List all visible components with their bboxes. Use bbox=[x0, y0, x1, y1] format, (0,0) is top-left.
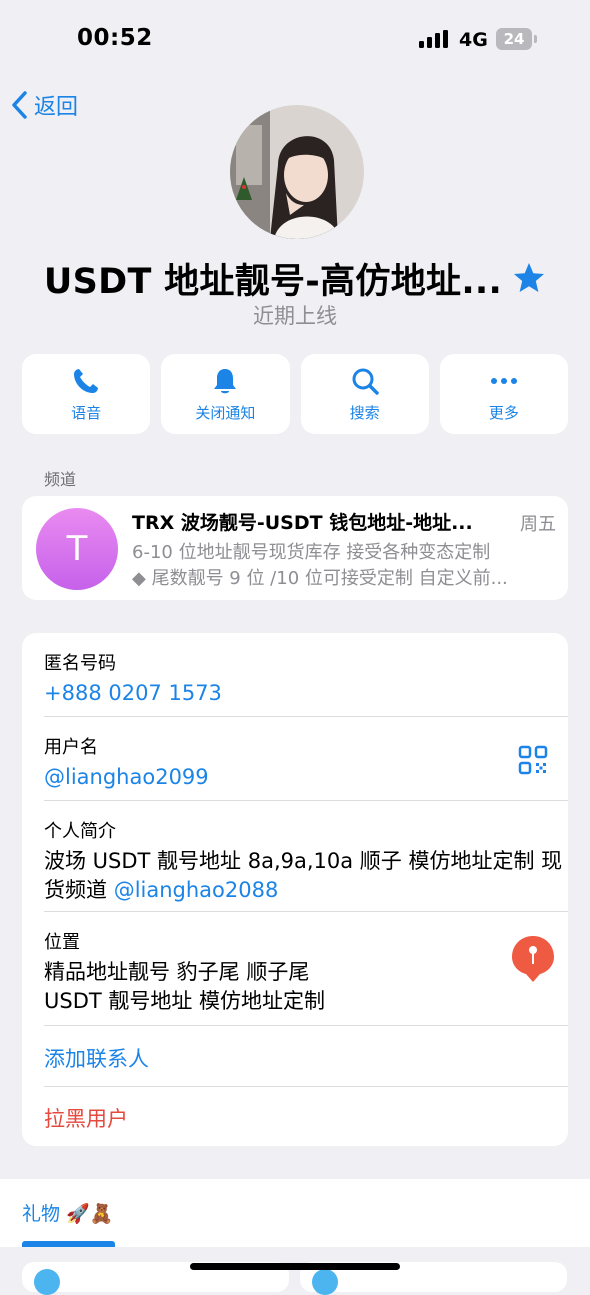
bio-text: 波场 USDT 靓号地址 8a,9a,10a 顺子 模仿地址定制 现货频道 @l… bbox=[44, 847, 568, 905]
location-row[interactable]: 位置 精品地址靓号 豹子尾 顺子尾 USDT 靓号地址 模仿地址定制 bbox=[44, 928, 568, 1016]
qr-code-icon[interactable] bbox=[518, 745, 548, 775]
search-label: 搜索 bbox=[349, 403, 380, 422]
block-user-button[interactable]: 拉黑用户 bbox=[44, 1103, 568, 1133]
gift-thumbnail bbox=[312, 1269, 338, 1295]
action-buttons: 语音 关闭通知 搜索 更多 bbox=[22, 354, 568, 434]
channel-avatar: T bbox=[36, 508, 118, 590]
info-card: 匿名号码 +888 0207 1573 用户名 @lianghao2099 个人… bbox=[22, 633, 568, 1146]
mute-button[interactable]: 关闭通知 bbox=[161, 354, 290, 434]
bio-label: 个人简介 bbox=[44, 821, 116, 842]
status-bar: 00:52 4G 24 bbox=[0, 0, 590, 80]
phone-icon bbox=[74, 368, 99, 393]
voice-call-label: 语音 bbox=[71, 403, 102, 422]
channel-preview-line1: 6-10 位地址靓号现货库存 接受各种变态定制 bbox=[132, 542, 491, 563]
battery-tip bbox=[534, 35, 537, 43]
location-line1: 精品地址靓号 豹子尾 顺子尾 bbox=[44, 960, 310, 984]
tab-gifts[interactable]: 礼物 🚀🧸 bbox=[22, 1199, 113, 1226]
avatar-photo bbox=[230, 105, 364, 239]
divider bbox=[44, 911, 568, 912]
bio-channel-link[interactable]: @lianghao2088 bbox=[114, 878, 279, 902]
active-tab-indicator bbox=[22, 1241, 115, 1247]
channel-title: TRX 波场靓号-USDT 钱包地址-地址... bbox=[132, 512, 473, 534]
bell-icon bbox=[214, 368, 237, 393]
bio-row: 个人简介 波场 USDT 靓号地址 8a,9a,10a 顺子 模仿地址定制 现货… bbox=[44, 817, 568, 905]
block-user-row[interactable]: 拉黑用户 bbox=[44, 1103, 568, 1133]
search-button[interactable]: 搜索 bbox=[300, 354, 429, 434]
profile-avatar[interactable] bbox=[230, 105, 364, 239]
location-text: 精品地址靓号 豹子尾 顺子尾 USDT 靓号地址 模仿地址定制 bbox=[44, 958, 568, 1016]
channel-section-label: 频道 bbox=[44, 470, 77, 489]
divider bbox=[44, 800, 568, 801]
profile-name: USDT 地址靓号-高仿地址... bbox=[43, 261, 503, 302]
back-label: 返回 bbox=[34, 95, 79, 120]
divider bbox=[44, 716, 568, 717]
more-button[interactable]: 更多 bbox=[439, 354, 568, 434]
channel-preview-line2: ◆ 尾数靓号 9 位 /10 位可接受定制 自定义前... bbox=[132, 568, 508, 589]
phone-label: 匿名号码 bbox=[44, 653, 116, 674]
more-label: 更多 bbox=[488, 403, 519, 422]
add-contact-row[interactable]: 添加联系人 bbox=[44, 1043, 568, 1073]
profile-name-row: USDT 地址靓号-高仿地址... bbox=[0, 252, 590, 304]
last-seen-status: 近期上线 bbox=[253, 304, 337, 328]
phone-row[interactable]: 匿名号码 +888 0207 1573 bbox=[44, 649, 568, 705]
divider bbox=[44, 1025, 568, 1026]
username-label: 用户名 bbox=[44, 737, 98, 758]
search-icon bbox=[352, 368, 379, 395]
network-type: 4G bbox=[459, 29, 488, 51]
gifts-tab-bar: 礼物 🚀🧸 bbox=[0, 1179, 590, 1247]
back-button[interactable]: 返回 bbox=[10, 88, 78, 122]
voice-call-button[interactable]: 语音 bbox=[22, 354, 151, 434]
more-icon bbox=[490, 377, 517, 384]
gift-thumbnail bbox=[34, 1269, 60, 1295]
mute-label: 关闭通知 bbox=[195, 403, 256, 422]
home-indicator[interactable] bbox=[190, 1263, 400, 1270]
premium-star-icon[interactable] bbox=[512, 261, 546, 295]
location-line2: USDT 靓号地址 模仿地址定制 bbox=[44, 989, 326, 1013]
chevron-left-icon bbox=[12, 91, 27, 119]
phone-value[interactable]: +888 0207 1573 bbox=[44, 681, 568, 705]
location-label: 位置 bbox=[44, 932, 80, 953]
username-value[interactable]: @lianghao2099 bbox=[44, 765, 568, 789]
signal-icon bbox=[419, 30, 448, 48]
username-row[interactable]: 用户名 @lianghao2099 bbox=[44, 733, 568, 789]
add-contact-button[interactable]: 添加联系人 bbox=[44, 1043, 568, 1073]
status-time: 00:52 bbox=[77, 25, 153, 51]
channel-date: 周五 bbox=[520, 514, 556, 535]
linked-channel[interactable]: T TRX 波场靓号-USDT 钱包地址-地址... 周五 6-10 位地址靓号… bbox=[22, 496, 568, 600]
divider bbox=[44, 1086, 568, 1087]
battery-icon: 24 bbox=[496, 28, 532, 50]
map-pin-icon[interactable] bbox=[512, 936, 554, 984]
